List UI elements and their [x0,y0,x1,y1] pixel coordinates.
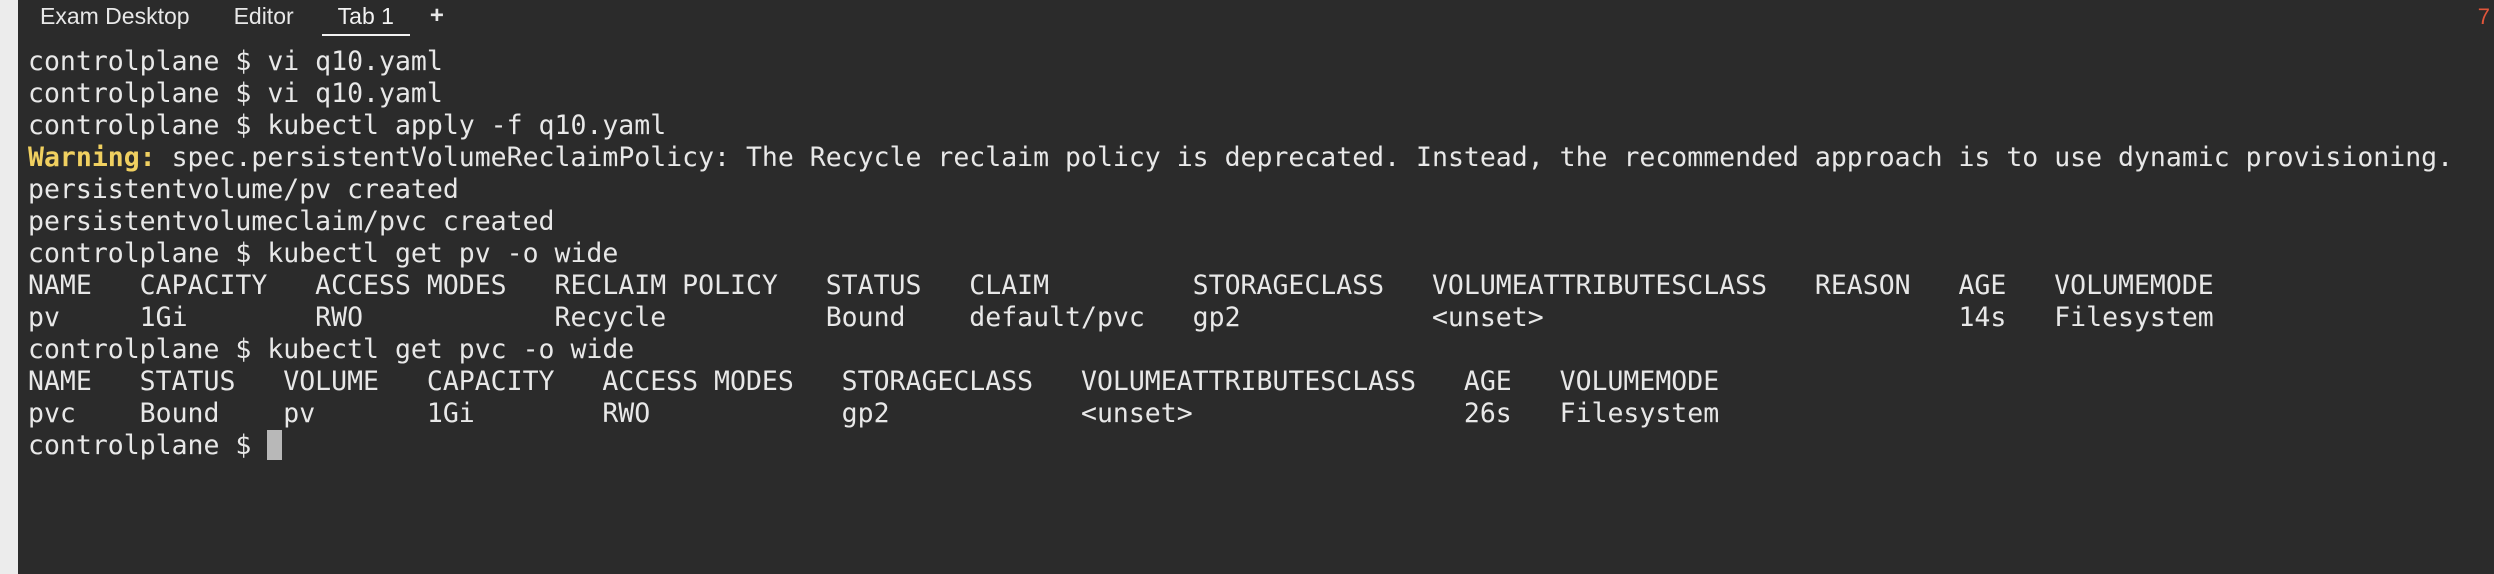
terminal-line: controlplane $ vi q10.yaml [28,78,443,109]
pv-table-row: pv 1Gi RWO Recycle Bound default/pvc gp2… [28,302,2214,333]
terminal-line: persistentvolumeclaim/pvc created [28,206,555,237]
warning-line: Warning: spec.persistentVolumeReclaimPol… [28,142,2494,174]
warning-text: spec.persistentVolumeReclaimPolicy: The … [155,142,2454,173]
tab-tab1[interactable]: Tab 1 [316,3,416,36]
warning-label: Warning: [28,142,156,173]
tab-bar: Exam Desktop Editor Tab 1 + [18,0,2494,36]
terminal-output[interactable]: controlplane $ vi q10.yaml controlplane … [28,46,2494,574]
prompt-text: controlplane $ [28,430,268,461]
tab-exam-desktop[interactable]: Exam Desktop [18,3,212,36]
terminal-line: controlplane $ kubectl get pvc -o wide [28,334,635,365]
terminal-line: controlplane $ kubectl apply -f q10.yaml [28,110,667,141]
terminal-line: persistentvolume/pv created [28,174,459,205]
terminal-line: controlplane $ kubectl get pv -o wide [28,238,619,269]
pvc-table-row: pvc Bound pv 1Gi RWO gp2 <unset> 26s Fil… [28,398,1720,429]
pv-table-header: NAME CAPACITY ACCESS MODES RECLAIM POLIC… [28,270,2214,301]
left-edge-strip [0,0,18,574]
pvc-table-header: NAME STATUS VOLUME CAPACITY ACCESS MODES… [28,366,1720,397]
corner-badge: 7 [2477,4,2490,29]
text-cursor [267,430,283,460]
tab-editor[interactable]: Editor [212,3,316,36]
prompt-line[interactable]: controlplane $ [28,430,2494,462]
add-tab-button[interactable]: + [416,2,458,36]
terminal-line: controlplane $ vi q10.yaml [28,46,443,77]
